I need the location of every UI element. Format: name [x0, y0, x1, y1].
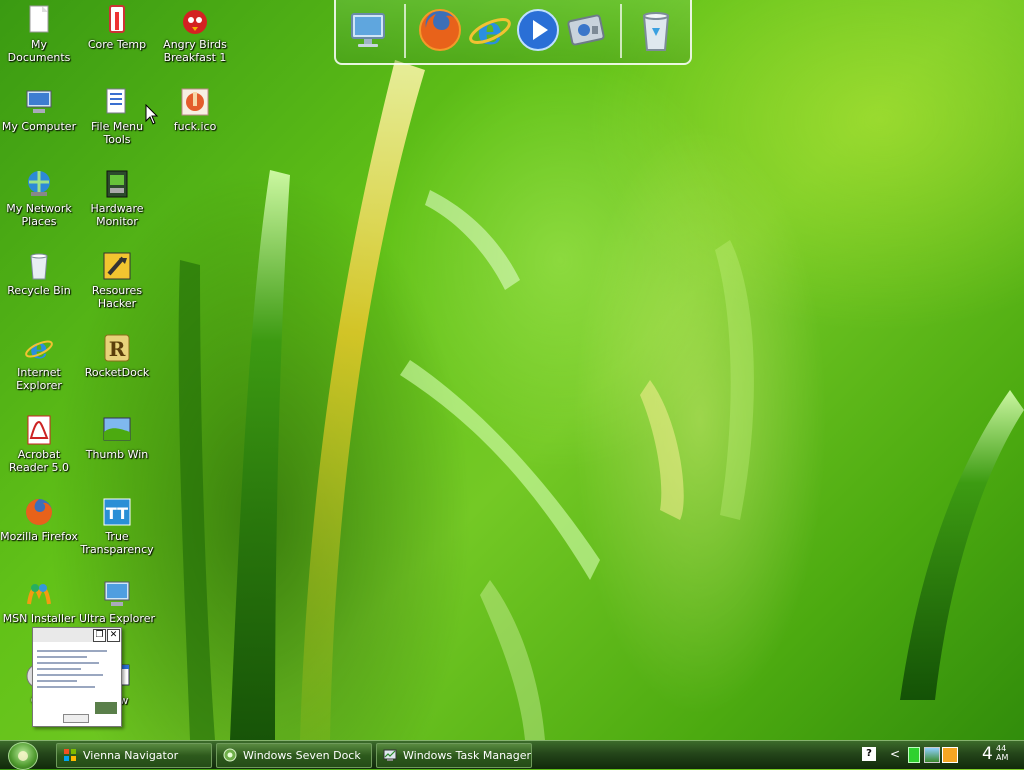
thumbnail-button [63, 714, 89, 723]
desktop-icon[interactable]: My Computer [0, 86, 78, 133]
media-player-icon[interactable] [514, 6, 562, 54]
desktop-icon-label: Core Temp [87, 38, 147, 51]
desktop-icon[interactable]: fuck.ico [156, 86, 234, 133]
dock-separator [620, 4, 622, 58]
desktop-icon[interactable]: MSN Installer [0, 578, 78, 625]
restore-button[interactable]: ❐ [93, 629, 106, 642]
file-menu-tools-icon [101, 86, 133, 118]
svg-text:e: e [30, 332, 48, 364]
desktop-icon-label: My Documents [7, 38, 71, 64]
desktop-icon-label: True Transparency [80, 530, 154, 556]
desktop-icon[interactable]: e Internet Explorer [0, 332, 78, 392]
msn-installer-icon [23, 578, 55, 610]
svg-text:e: e [477, 7, 502, 54]
show-hidden-icons-chevron-icon[interactable]: < [888, 747, 902, 761]
desktop-icon-label: Ultra Explorer [79, 612, 155, 625]
desktop-icon[interactable]: Acrobat Reader 5.0 [0, 414, 78, 474]
internet-explorer-icon: e [23, 332, 55, 365]
desktop-icon-label: fuck.ico [173, 120, 217, 133]
recycle-bin-icon [23, 250, 55, 282]
taskbar: Vienna Navigator Windows Seven Dock Wind… [0, 740, 1024, 770]
thumbnail-process-list [37, 646, 115, 698]
desktop-icon[interactable]: Core Temp [78, 4, 156, 51]
true-transparency-icon: TT [101, 496, 133, 528]
desktop-icon[interactable]: Hardware Monitor [78, 168, 156, 228]
desktop-icon-label: Angry Birds Breakfast 1 [163, 38, 227, 64]
firefox-icon[interactable] [416, 6, 464, 54]
help-icon[interactable]: ? [862, 747, 876, 761]
clock-ampm[interactable]: AM [996, 753, 1008, 762]
hardware-monitor-icon [101, 168, 133, 200]
desktop-icon-label: My Computer [1, 120, 77, 133]
fuck-ico-icon [179, 86, 211, 118]
dock-separator [404, 4, 406, 58]
app-tray-icon[interactable] [942, 747, 958, 763]
desktop-icon-label: Recycle Bin [7, 284, 71, 297]
battery-icon[interactable] [908, 747, 920, 763]
resource-hacker-icon [101, 250, 133, 282]
desktop-icon-label: Mozilla Firefox [0, 530, 78, 543]
desktop-icon[interactable]: Resoures Hacker [78, 250, 156, 310]
thumbnail-header: ❐ ✕ [33, 628, 121, 642]
desktop-icon[interactable]: Thumb Win [78, 414, 156, 461]
vienna-navigator-icon [64, 749, 76, 761]
desktop-icon-label: Internet Explorer [16, 366, 62, 392]
desktop-icon-label: Thumb Win [85, 448, 149, 461]
desktop-icon-label: Acrobat Reader 5.0 [9, 448, 69, 474]
thumbnail-graph [95, 702, 117, 714]
desktop-icon[interactable]: TT True Transparency [78, 496, 156, 556]
my-network-places-icon [23, 168, 55, 200]
clock-minute[interactable]: 44 [996, 744, 1006, 753]
desktop-icon[interactable]: R RocketDock [78, 332, 156, 379]
mouse-cursor-icon [145, 104, 159, 125]
desktop-icon[interactable]: My Documents [0, 4, 78, 64]
core-temp-icon [101, 4, 133, 36]
svg-text:TT: TT [106, 504, 128, 523]
computer-icon[interactable] [344, 6, 392, 54]
angry-birds-icon [179, 4, 211, 36]
rocketdock-icon: R [101, 332, 133, 364]
start-button[interactable] [8, 742, 38, 770]
desktop-icon[interactable]: Angry Birds Breakfast 1 [156, 4, 234, 64]
desktop-icon-label: My Network Places [6, 202, 72, 228]
taskbar-button-label: Vienna Navigator [83, 749, 179, 762]
task-manager-icon [383, 749, 397, 761]
seven-dock-icon [223, 748, 237, 762]
desktop-icon[interactable]: My Network Places [0, 168, 78, 228]
internet-explorer-icon[interactable]: e [466, 6, 514, 54]
desktop-icon-label: MSN Installer [2, 612, 76, 625]
mozilla-firefox-icon [23, 496, 55, 528]
thumb-win-icon [101, 414, 133, 446]
acrobat-reader-icon [23, 414, 55, 446]
desktop-icon[interactable]: Recycle Bin [0, 250, 78, 297]
taskbar-button-label: Windows Seven Dock [243, 749, 361, 762]
my-computer-icon [23, 86, 55, 118]
desktop-icon[interactable]: Ultra Explorer [78, 578, 156, 625]
taskbar-button-vienna-navigator[interactable]: Vienna Navigator [56, 743, 212, 768]
recycle-bin-icon[interactable] [632, 6, 680, 54]
network-icon[interactable] [924, 747, 940, 763]
task-manager-thumbnail[interactable]: ❐ ✕ [32, 627, 122, 727]
windows-orb-icon [18, 751, 28, 761]
rocketdock: e [334, 0, 692, 65]
taskbar-button-label: Windows Task Manager [403, 749, 532, 762]
desktop-icon-label: Resoures Hacker [91, 284, 143, 310]
taskbar-button-task-manager[interactable]: Windows Task Manager [376, 743, 532, 768]
desktop-icon-label: Hardware Monitor [90, 202, 144, 228]
svg-text:R: R [109, 337, 126, 361]
taskbar-button-seven-dock[interactable]: Windows Seven Dock [216, 743, 372, 768]
clock-hour[interactable]: 4 [982, 743, 993, 765]
my-documents-icon [23, 4, 55, 36]
ultra-explorer-icon [101, 578, 133, 610]
system-settings-icon[interactable] [562, 6, 610, 54]
desktop-icon-label: RocketDock [84, 366, 150, 379]
desktop-icon[interactable]: Mozilla Firefox [0, 496, 78, 543]
close-button[interactable]: ✕ [107, 629, 120, 642]
